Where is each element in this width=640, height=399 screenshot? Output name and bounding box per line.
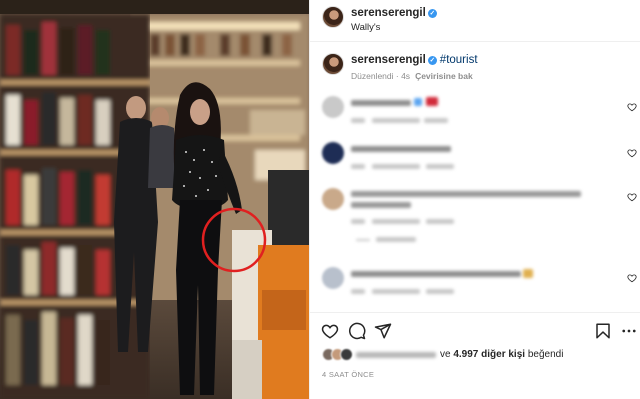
- comment-icon[interactable]: [348, 322, 366, 340]
- bookmark-icon[interactable]: [594, 322, 612, 340]
- blurred-text: [372, 164, 420, 169]
- more-options-icon[interactable]: [620, 322, 638, 340]
- blurred-text: [351, 289, 365, 294]
- blurred-text: [351, 219, 365, 224]
- blurred-text: [351, 100, 411, 106]
- action-bar: [310, 312, 640, 348]
- blurred-text: [372, 219, 420, 224]
- hashtag-link[interactable]: #tourist: [440, 54, 478, 66]
- blurred-text: [351, 271, 521, 277]
- blurred-text: [351, 202, 411, 208]
- blurred-emoji: [414, 98, 422, 106]
- blurred-username: [356, 352, 436, 358]
- comment-item[interactable]: [310, 184, 640, 244]
- post-timestamp[interactable]: 4 SAAT ÖNCE: [322, 370, 374, 379]
- username-text[interactable]: serenserengil: [351, 7, 426, 19]
- blurred-text: [426, 164, 454, 169]
- post-header: serenserengil ✓ Wally's: [310, 0, 640, 42]
- location-link[interactable]: Wally's: [351, 22, 380, 33]
- likes-suffix: beğendi: [527, 349, 564, 360]
- heart-icon[interactable]: [627, 192, 637, 202]
- blurred-text: [351, 146, 451, 152]
- heart-icon[interactable]: [627, 102, 637, 112]
- share-icon[interactable]: [374, 322, 392, 340]
- verified-icon: ✓: [427, 56, 437, 65]
- avatar[interactable]: [322, 188, 344, 210]
- avatar[interactable]: [322, 142, 344, 164]
- caption-line: serenserengil ✓ #tourist: [351, 54, 478, 66]
- post-photo[interactable]: [0, 0, 309, 399]
- avatar[interactable]: [322, 6, 344, 28]
- edited-label: Düzenlendi · 4s: [351, 71, 411, 81]
- blurred-text: [372, 289, 420, 294]
- header-username[interactable]: serenserengil ✓: [351, 7, 437, 19]
- blurred-text: [351, 191, 581, 197]
- blurred-text: [372, 118, 420, 123]
- heart-icon[interactable]: [627, 273, 637, 283]
- caption-username[interactable]: serenserengil: [351, 54, 426, 66]
- blurred-text: [426, 289, 454, 294]
- blurred-text: [351, 164, 365, 169]
- blurred-text: [426, 219, 454, 224]
- blurred-text: [356, 239, 370, 241]
- likes-prefix: ve: [440, 349, 451, 360]
- likes-count[interactable]: 4.997 diğer kişi: [453, 349, 525, 360]
- avatar[interactable]: [322, 53, 344, 75]
- avatar[interactable]: [322, 96, 344, 118]
- blurred-text: [351, 118, 365, 123]
- blurred-emoji: [523, 269, 533, 278]
- verified-icon: ✓: [427, 9, 437, 18]
- heart-icon[interactable]: [321, 322, 339, 340]
- likes-summary[interactable]: ve 4.997 diğer kişi beğendi: [322, 347, 637, 363]
- blurred-text: [376, 237, 416, 242]
- liker-avatars: [322, 348, 353, 361]
- heart-icon[interactable]: [627, 148, 637, 158]
- likes-text: ve 4.997 diğer kişi beğendi: [440, 349, 563, 360]
- blurred-text: [424, 118, 448, 123]
- post-sidebar: serenserengil ✓ Wally's serenserengil ✓ #to…: [309, 0, 640, 399]
- translate-button[interactable]: Çevirisine bak: [415, 71, 473, 81]
- avatar[interactable]: [322, 267, 344, 289]
- caption-meta: Düzenlendi · 4s Çevirisine bak: [351, 71, 473, 81]
- blurred-emoji: [426, 97, 438, 106]
- store-photo-illustration: [0, 0, 309, 399]
